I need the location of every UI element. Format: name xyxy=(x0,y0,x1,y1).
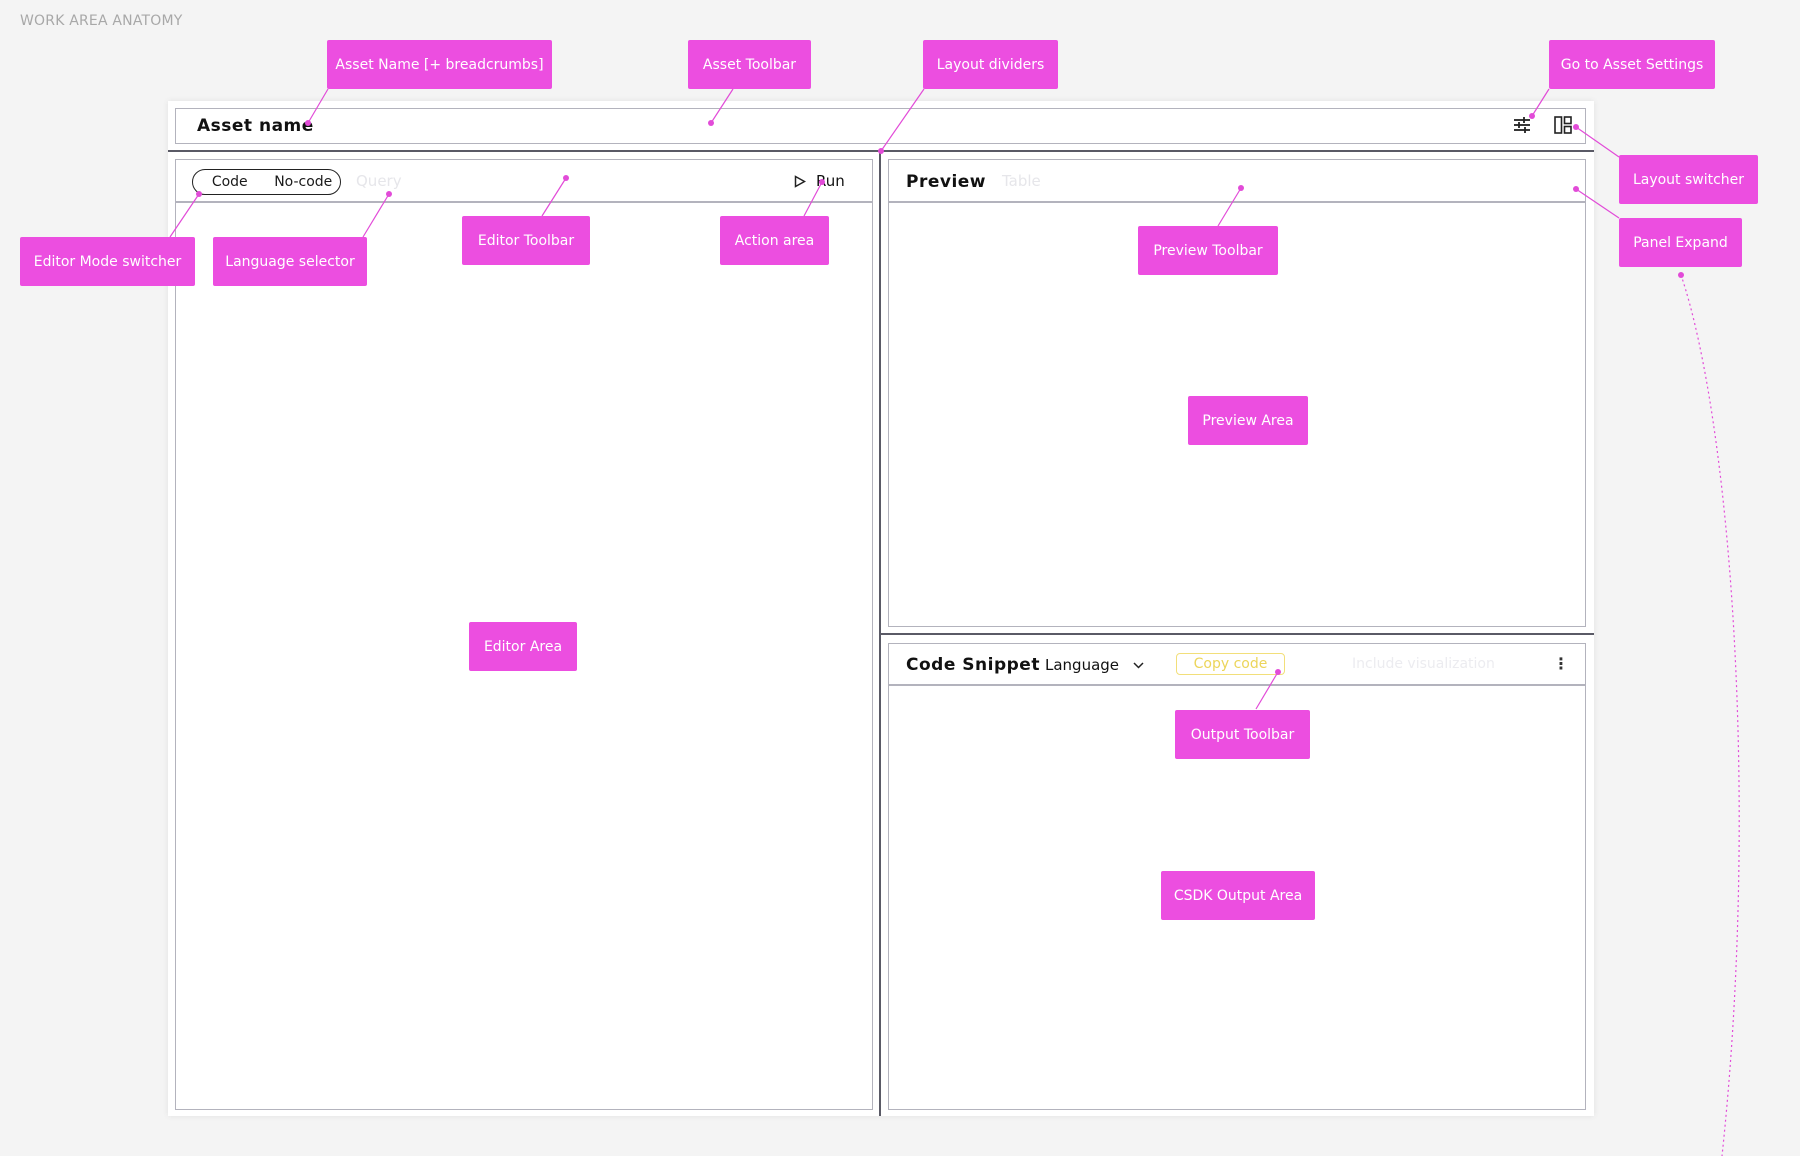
leader-panel-expand-curve xyxy=(1680,274,1740,1156)
annotation-csdk-output-area: CSDK Output Area xyxy=(1161,871,1315,920)
mode-option-code[interactable]: Code xyxy=(193,174,267,190)
chevron-down-icon xyxy=(1133,661,1144,669)
output-toolbar-line xyxy=(889,684,1585,686)
annotation-asset-settings: Go to Asset Settings xyxy=(1549,40,1715,89)
code-language-label: Language xyxy=(1045,656,1120,674)
annotation-language-selector: Language selector xyxy=(213,237,367,286)
layout-divider-right[interactable] xyxy=(881,633,1594,635)
preview-title: Preview xyxy=(906,172,987,192)
annotation-panel-expand: Panel Expand xyxy=(1619,218,1742,267)
annotation-layout-dividers: Layout dividers xyxy=(923,40,1058,89)
editor-mode-switch[interactable]: Code No-code xyxy=(192,169,341,195)
layout-icon[interactable] xyxy=(1554,116,1572,138)
layout-divider-top[interactable] xyxy=(168,150,1594,152)
annotation-editor-mode-switcher: Editor Mode switcher xyxy=(20,237,195,286)
asset-name[interactable]: Asset name xyxy=(197,116,314,136)
annotation-preview-toolbar: Preview Toolbar xyxy=(1138,226,1278,275)
run-label: Run xyxy=(816,172,845,190)
include-visualization-option[interactable]: Include visualization xyxy=(1352,656,1495,672)
preview-faded-tab[interactable]: Table xyxy=(1002,172,1041,190)
play-icon xyxy=(794,174,806,188)
run-button[interactable]: Run xyxy=(794,172,845,190)
annotation-editor-toolbar: Editor Toolbar xyxy=(462,216,590,265)
annotation-output-toolbar: Output Toolbar xyxy=(1175,710,1310,759)
annotation-asset-toolbar: Asset Toolbar xyxy=(688,40,811,89)
code-snippet-title: Code Snippet xyxy=(906,655,1040,675)
asset-header xyxy=(175,108,1586,144)
kebab-icon[interactable]: ⋮ xyxy=(1553,654,1569,673)
annotation-action-area: Action area xyxy=(720,216,829,265)
annotation-asset-name: Asset Name [+ breadcrumbs] xyxy=(327,40,552,89)
annotation-layout-switcher: Layout switcher xyxy=(1619,155,1758,204)
editor-toolbar-line xyxy=(176,201,872,203)
preview-toolbar-line xyxy=(889,201,1585,203)
mode-option-no-code[interactable]: No-code xyxy=(267,174,341,190)
page-title: WORK AREA ANATOMY xyxy=(20,13,183,29)
language-selector[interactable]: Query xyxy=(356,172,402,190)
code-language-select[interactable]: Language xyxy=(1045,656,1144,674)
annotation-editor-area: Editor Area xyxy=(469,622,577,671)
annotation-preview-area: Preview Area xyxy=(1188,396,1308,445)
sliders-icon[interactable] xyxy=(1513,116,1531,138)
copy-code-button[interactable]: Copy code xyxy=(1176,653,1285,675)
